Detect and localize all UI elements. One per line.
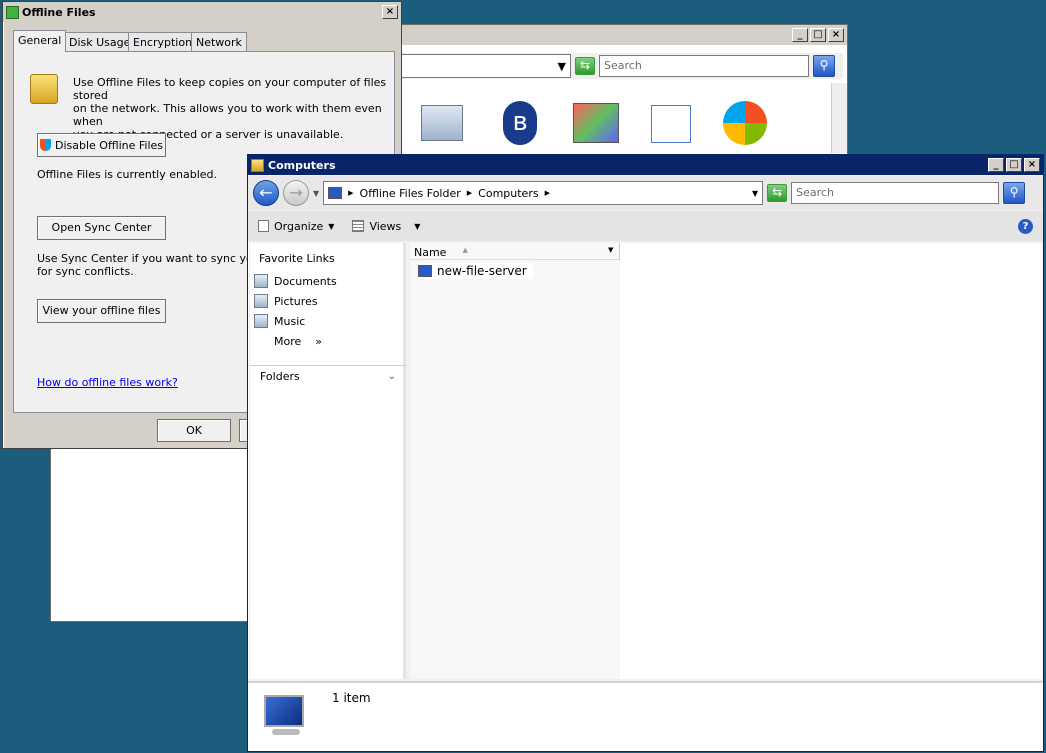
view-offline-files-button[interactable]: View your offline files [37, 299, 166, 323]
column-name-label: Name [414, 246, 447, 259]
column-dropdown-icon[interactable]: ▼ [608, 246, 613, 254]
tab-disk-usage[interactable]: Disk Usage [64, 32, 136, 52]
dialog-titlebar[interactable]: Offline Files × [3, 2, 401, 22]
address-dropdown-icon[interactable]: ▼ [752, 189, 758, 198]
pictures-icon [254, 294, 268, 308]
chevron-right-icon[interactable]: ▶ [348, 189, 353, 197]
back-button[interactable]: ← [253, 180, 279, 206]
folders-bar[interactable]: Folders ⌄ [250, 365, 406, 387]
help-link[interactable]: How do offline files work? [37, 376, 178, 389]
computer-icon [256, 695, 312, 739]
calendar-icon[interactable] [651, 105, 691, 143]
status-text: 1 item [332, 691, 371, 705]
window-title: Computers [268, 158, 336, 172]
computer-icon [328, 187, 343, 199]
chevron-down-icon: ▼ [414, 221, 421, 231]
more-links[interactable]: More » [254, 331, 402, 351]
column-header-name[interactable]: Name ▲ [410, 243, 620, 260]
search-input[interactable]: Search [791, 182, 1000, 204]
intro-text: Use Offline Files to keep copies on your… [73, 76, 393, 141]
windows-update-icon[interactable] [723, 101, 767, 145]
views-icon [352, 220, 365, 232]
address-bar[interactable]: ▼ [401, 54, 571, 78]
sync-line: for sync conflicts. [37, 265, 134, 278]
tab-network[interactable]: Network [191, 32, 247, 52]
folder-icon [251, 158, 264, 172]
refresh-icon[interactable]: ⇆ [767, 184, 788, 202]
navigation-pane: Favorite Links Documents Pictures Music … [250, 243, 406, 679]
shield-icon [39, 139, 51, 151]
sync-line: Use Sync Center if you want to sync your… [37, 252, 277, 265]
refresh-icon[interactable]: ⇆ [575, 57, 595, 75]
views-label: Views [369, 219, 402, 233]
scrollbar[interactable] [831, 83, 847, 153]
minimize-button[interactable]: _ [988, 158, 1004, 172]
breadcrumb-item[interactable]: Offline Files Folder [360, 187, 461, 200]
minimize-button[interactable]: _ [792, 28, 808, 42]
chevron-down-icon: ▼ [328, 221, 335, 231]
favorites-header: Favorite Links [259, 252, 335, 265]
search-input[interactable]: Search [599, 55, 809, 77]
views-button[interactable]: Views ▼ [352, 220, 420, 233]
close-button[interactable]: × [382, 5, 398, 19]
name-column-shade [410, 260, 620, 679]
favorite-pictures[interactable]: Pictures [254, 291, 402, 311]
maximize-button[interactable]: □ [1006, 158, 1022, 172]
command-toolbar: Organize ▼ Views ▼ ? [248, 211, 1043, 241]
favorite-documents[interactable]: Documents [254, 271, 402, 291]
dialog-title: Offline Files [22, 5, 96, 19]
breadcrumb-item[interactable]: Computers [478, 187, 538, 200]
maximize-button[interactable]: □ [810, 28, 826, 42]
intro-line: Use Offline Files to keep copies on your… [73, 76, 387, 102]
disable-button-label: Disable Offline Files [54, 138, 164, 152]
bg-icon-strip: ʙ [401, 97, 831, 153]
intro-line: on the network. This allows you to work … [73, 102, 382, 128]
address-bar[interactable]: ▶ Offline Files Folder ▶ Computers ▶ ▼ [323, 181, 764, 205]
favorite-label: Music [274, 314, 306, 328]
file-list: Name ▲ ▼ new-file-server [410, 243, 1042, 679]
music-icon [254, 314, 268, 328]
favorite-label: Pictures [274, 294, 318, 308]
display-icon[interactable] [573, 103, 619, 143]
favorite-music[interactable]: Music [254, 311, 402, 331]
navigation-bar: ← → ▼ ▶ Offline Files Folder ▶ Computers… [248, 176, 1043, 210]
help-icon[interactable]: ? [1018, 218, 1033, 234]
organize-button[interactable]: Organize ▼ [258, 220, 334, 233]
offline-files-icon [6, 5, 19, 19]
organize-icon [258, 220, 269, 232]
tab-encryption[interactable]: Encryption [128, 32, 198, 52]
folders-label: Folders [260, 370, 300, 383]
disable-offline-files-button[interactable]: Disable Offline Files [37, 133, 166, 157]
chevron-right-icon[interactable]: ▶ [545, 189, 550, 197]
favorite-label: Documents [274, 274, 337, 288]
program-icon[interactable] [421, 105, 463, 141]
forward-button[interactable]: → [283, 180, 309, 206]
explorer-window: Computers _ □ × ← → ▼ ▶ Offline Files Fo… [247, 154, 1044, 752]
double-chevron-icon: » [315, 334, 323, 348]
list-item[interactable]: new-file-server [418, 263, 533, 279]
open-sync-center-button[interactable]: Open Sync Center [37, 216, 166, 240]
organize-label: Organize [274, 219, 324, 233]
sync-folder-icon [30, 74, 58, 104]
sort-ascending-icon: ▲ [462, 246, 468, 254]
tab-general[interactable]: General [13, 30, 67, 52]
close-button[interactable]: × [1024, 158, 1040, 172]
details-pane: 1 item [248, 681, 1043, 751]
chevron-down-icon[interactable]: ▼ [313, 189, 319, 198]
search-icon[interactable]: ⚲ [1003, 182, 1026, 204]
bluetooth-icon[interactable]: ʙ [503, 101, 537, 145]
search-icon[interactable]: ⚲ [813, 55, 835, 77]
explorer-titlebar[interactable]: Computers _ □ × [248, 155, 1043, 175]
close-button[interactable]: × [828, 28, 844, 42]
sync-text: Use Sync Center if you want to sync your… [37, 252, 276, 278]
documents-icon [254, 274, 268, 288]
chevron-down-icon[interactable]: ▼ [558, 60, 566, 73]
status-text: Offline Files is currently enabled. [37, 168, 218, 181]
server-icon [418, 265, 432, 277]
chevron-down-icon: ⌄ [387, 371, 396, 382]
chevron-right-icon[interactable]: ▶ [467, 189, 472, 197]
file-name: new-file-server [437, 264, 527, 278]
ok-button[interactable]: OK [157, 419, 231, 442]
more-label: More [274, 334, 302, 348]
